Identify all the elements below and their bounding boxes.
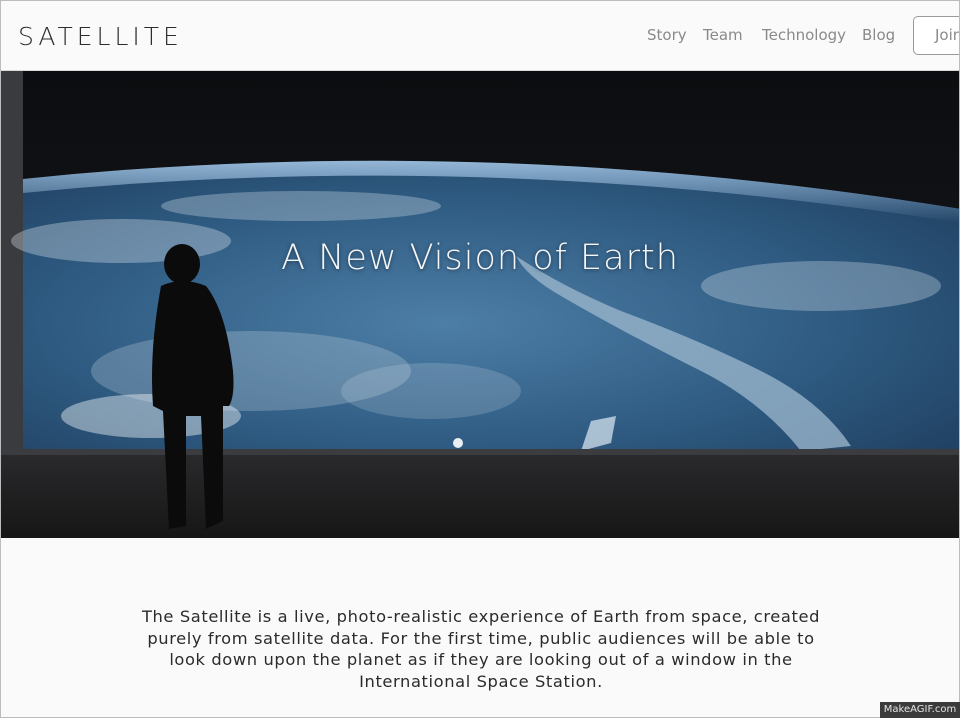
hero-image bbox=[1, 71, 959, 538]
nav-link-blog[interactable]: Blog bbox=[862, 26, 895, 44]
nav-link-technology[interactable]: Technology bbox=[762, 26, 846, 44]
hero-title: A New Vision of Earth bbox=[281, 238, 679, 278]
nav-link-team[interactable]: Team bbox=[703, 26, 743, 44]
hero-banner: A New Vision of Earth bbox=[1, 71, 959, 538]
site-logo[interactable]: SATELLITE bbox=[18, 22, 183, 51]
page: SATELLITE Story Team Technology Blog Joi… bbox=[0, 0, 960, 718]
intro-paragraph: The Satellite is a live, photo-realistic… bbox=[141, 607, 821, 691]
join-button[interactable]: Join bbox=[913, 16, 959, 55]
watermark-label: MakeAGIF.com bbox=[880, 702, 960, 718]
nav-link-story[interactable]: Story bbox=[647, 26, 687, 44]
site-header: SATELLITE Story Team Technology Blog Joi… bbox=[1, 1, 959, 71]
